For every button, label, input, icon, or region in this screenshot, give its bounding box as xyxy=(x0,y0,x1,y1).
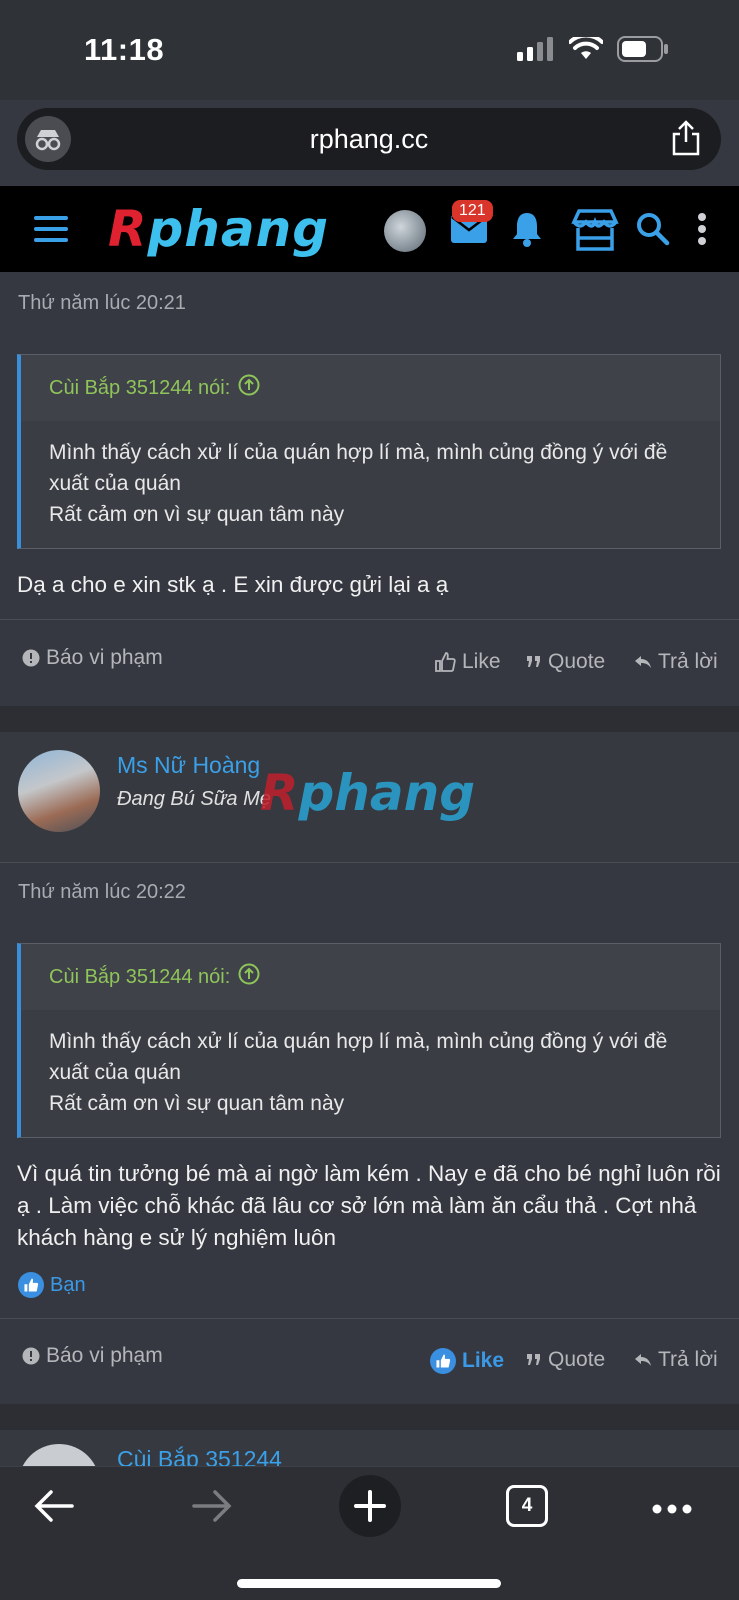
thumbs-up-icon xyxy=(435,652,456,672)
quote-header[interactable]: Cùi Bắp 351244 nói: xyxy=(21,944,720,1010)
wifi-icon xyxy=(569,37,603,59)
home-indicator[interactable] xyxy=(237,1579,501,1588)
divider xyxy=(0,1318,739,1319)
author-name[interactable]: Cùi Bắp 351244 xyxy=(117,1446,282,1466)
quote-line: Mình thấy cách xử lí của quán hợp lí mà,… xyxy=(49,441,668,495)
quote-button[interactable]: Quote xyxy=(526,650,605,674)
battery-icon xyxy=(617,36,668,62)
quote-marks-icon xyxy=(527,656,540,667)
post-quote: Cùi Bắp 351244 nói: Mình thấy cách xử lí… xyxy=(17,354,721,549)
search-icon[interactable] xyxy=(636,212,670,251)
quote-body: Mình thấy cách xử lí của quán hợp lí mà,… xyxy=(21,421,720,548)
user-avatar[interactable] xyxy=(384,210,426,252)
quote-button[interactable]: Quote xyxy=(526,1348,605,1372)
reaction-users[interactable]: Bạn xyxy=(50,1274,86,1297)
more-icon[interactable] xyxy=(652,1501,692,1519)
arrow-up-circle-icon[interactable] xyxy=(238,963,260,991)
author-avatar[interactable] xyxy=(18,750,100,832)
quote-author[interactable]: Cùi Bắp 351244 nói: xyxy=(49,966,230,989)
alert-icon xyxy=(22,1347,40,1365)
forward-icon[interactable] xyxy=(192,1489,232,1528)
post-text: Dạ a cho e xin stk ạ . E xin được gửi lạ… xyxy=(17,572,449,597)
site-header: Rphang xyxy=(0,186,739,272)
store-icon[interactable] xyxy=(570,208,620,257)
quote-header[interactable]: Cùi Bắp 351244 nói: xyxy=(21,355,720,421)
address-bar[interactable]: rphang.cc xyxy=(17,108,721,170)
post-quote: Cùi Bắp 351244 nói: Mình thấy cách xử lí… xyxy=(17,943,721,1138)
watermark-logo: Rphang xyxy=(260,764,476,822)
post-text: Vì quá tin tưởng bé mà ai ngờ làm kém . … xyxy=(17,1161,721,1250)
reply-arrow-icon xyxy=(635,1354,651,1366)
plus-icon xyxy=(354,1490,386,1522)
report-button[interactable]: Báo vi phạm xyxy=(22,1344,163,1368)
author-name[interactable]: Ms Nữ Hoàng xyxy=(117,752,260,779)
post-actions: Báo vi phạm Like Quote Trả lời xyxy=(0,1344,739,1390)
alert-icon xyxy=(22,649,40,667)
site-logo[interactable]: Rphang xyxy=(108,200,329,258)
like-reaction-icon xyxy=(18,1272,44,1298)
back-icon[interactable] xyxy=(34,1489,74,1528)
bell-icon[interactable] xyxy=(510,210,544,253)
reply-button[interactable]: Trả lời xyxy=(634,650,718,674)
report-button[interactable]: Báo vi phạm xyxy=(22,646,163,670)
reply-arrow-icon xyxy=(635,656,651,668)
post-actions: Báo vi phạm Like Quote Trả lời xyxy=(0,646,739,692)
status-time: 11:18 xyxy=(84,32,165,67)
thumbs-up-icon xyxy=(430,1348,456,1374)
post-date[interactable]: Thứ năm lúc 20:22 xyxy=(18,881,186,904)
share-icon[interactable] xyxy=(671,120,701,161)
quote-line: Rất cảm ơn vì sự quan tâm này xyxy=(49,1092,345,1115)
reply-button[interactable]: Trả lời xyxy=(634,1348,718,1372)
more-options-icon[interactable] xyxy=(697,212,707,251)
browser-toolbar: 4 xyxy=(0,1466,739,1600)
post-date[interactable]: Thứ năm lúc 20:21 xyxy=(18,292,186,315)
quote-author[interactable]: Cùi Bắp 351244 nói: xyxy=(49,377,230,400)
menu-icon[interactable] xyxy=(34,216,68,242)
divider xyxy=(0,619,739,620)
tabs-button[interactable]: 4 xyxy=(506,1485,548,1527)
divider xyxy=(0,862,739,863)
post-separator xyxy=(0,1404,739,1430)
reaction-summary[interactable]: Bạn xyxy=(18,1272,86,1298)
url-text[interactable]: rphang.cc xyxy=(17,124,721,155)
post-separator xyxy=(0,706,739,732)
like-button[interactable]: Like xyxy=(434,650,501,674)
quote-line: Mình thấy cách xử lí của quán hợp lí mà,… xyxy=(49,1030,668,1084)
like-button[interactable]: Like xyxy=(430,1348,504,1374)
status-icons xyxy=(517,36,669,62)
status-bar: 11:18 xyxy=(0,0,739,100)
arrow-up-circle-icon[interactable] xyxy=(238,374,260,402)
notification-badge: 121 xyxy=(452,200,493,222)
author-title: Đang Bú Sữa Mẹ xyxy=(117,788,271,810)
post-author-block xyxy=(0,1430,739,1466)
quote-marks-icon xyxy=(527,1354,540,1365)
cellular-signal-icon xyxy=(517,37,553,61)
quote-body: Mình thấy cách xử lí của quán hợp lí mà,… xyxy=(21,1010,720,1137)
new-tab-button[interactable] xyxy=(339,1475,401,1537)
quote-line: Rất cảm ơn vì sự quan tâm này xyxy=(49,503,345,526)
